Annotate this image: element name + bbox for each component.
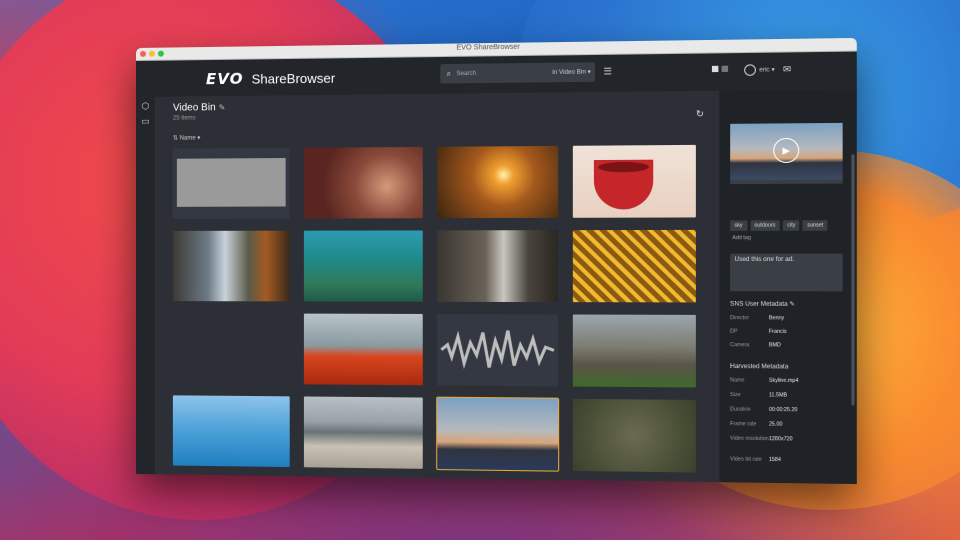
mail-icon[interactable]: ✉ — [783, 64, 791, 76]
waveform-icon-2 — [437, 314, 558, 386]
cube-icon[interactable]: ⬡ — [136, 101, 155, 112]
metadata-value: 25.00 — [769, 421, 783, 427]
user-menu[interactable]: eric ▾ — [744, 64, 775, 76]
search-icon: ⌕ — [447, 69, 452, 79]
tag-list: sky outdoors city sunset — [730, 220, 827, 231]
edit-pencil-icon[interactable]: ✎ — [219, 103, 226, 112]
metadata-row: Size 11.5MB — [730, 392, 842, 399]
metadata-row: Video bit rate 1584 — [730, 456, 842, 464]
metadata-value: 1280x720 — [769, 436, 793, 443]
drive-icon[interactable]: ▭ — [136, 116, 155, 127]
refresh-icon[interactable]: ↻ — [696, 109, 704, 120]
metadata-label: DP — [730, 329, 737, 335]
metadata-label: Camera — [730, 342, 749, 348]
metadata-row: Video resolution 1280x720 — [730, 436, 842, 444]
thumbnail-sunset-clouds[interactable] — [437, 146, 558, 218]
playback-progress-bar[interactable] — [730, 179, 842, 184]
search-input[interactable]: ⌕ Search in Video Bin ▾ — [440, 62, 595, 83]
metadata-row: Name Skyline.mp4 — [730, 377, 842, 384]
tag-chip[interactable]: city — [783, 220, 800, 230]
play-icon[interactable]: ▶ — [773, 138, 799, 163]
thumbnail-sailboat-sea[interactable] — [173, 395, 290, 467]
harvested-metadata-heading: Harvested Metadata — [730, 364, 788, 371]
thumbnail-man-face-closeup[interactable] — [304, 147, 423, 219]
thumbnail-waterfall-rocks[interactable] — [173, 231, 290, 302]
metadata-value: Benny — [769, 315, 784, 321]
comment-field[interactable]: Used this one for ad. — [730, 254, 842, 292]
thumbnail-underwater-reef[interactable] — [304, 230, 423, 301]
metadata-value: Francis — [769, 329, 787, 335]
search-placeholder: Search — [456, 69, 552, 76]
metadata-value: 1584 — [769, 457, 781, 463]
app-name: ShareBrowser — [252, 70, 336, 86]
bin-title-text: Video Bin — [173, 102, 216, 113]
details-panel: ▶ sky outdoors city sunset Add tag Used … — [719, 89, 856, 484]
view-toggle — [712, 66, 728, 72]
metadata-value: Skyline.mp4 — [769, 378, 798, 384]
tag-chip[interactable]: sky — [730, 220, 747, 230]
grid-view-icon[interactable] — [712, 66, 718, 72]
sort-label: Name ▾ — [180, 135, 201, 141]
list-view-icon[interactable] — [722, 66, 728, 72]
page-title: Video Bin ✎ — [173, 102, 225, 114]
app-window: EVO ShareBrowser EVO ShareBrowser ⌕ Sear… — [136, 38, 857, 484]
thumbnail-audio-waveform-gray[interactable] — [173, 148, 290, 219]
edit-metadata-icon[interactable]: ✎ — [789, 302, 794, 308]
metadata-value: 00:00:25.20 — [769, 407, 798, 414]
tag-chip[interactable]: sunset — [803, 220, 828, 231]
search-scope-dropdown[interactable]: in Video Bin ▾ — [552, 68, 591, 76]
metadata-label: Director — [730, 315, 749, 321]
thumbnail-hallway-stairs[interactable] — [437, 230, 558, 302]
metadata-row: Frame rate 25.00 — [730, 421, 842, 428]
left-sidebar: ⬡ ▭ — [136, 97, 155, 474]
video-preview[interactable]: ▶ — [730, 123, 842, 180]
add-tag-input[interactable]: Add tag — [732, 235, 751, 241]
thumbnail-red-coffee-cup[interactable] — [573, 145, 696, 218]
thumbnail-field-aerial[interactable] — [573, 399, 696, 473]
user-metadata-heading: SNS User Metadata ✎ — [730, 300, 795, 307]
brand: EVO ShareBrowser — [206, 69, 335, 89]
metadata-row: Director Benny — [730, 315, 842, 322]
main-content: Video Bin ✎ 25 items ⇅ Name ▾ ↻ — [155, 91, 720, 482]
thumbnail-beach-shore[interactable] — [304, 396, 423, 468]
thumbnail-red-walkway-tunnel[interactable] — [304, 314, 423, 386]
metadata-value: 11.5MB — [769, 392, 787, 398]
metadata-label: Size — [730, 392, 740, 398]
thumbnail-audio-waveform-dark[interactable] — [437, 314, 558, 386]
filter-icon[interactable]: ☰ — [603, 66, 612, 77]
metadata-label: Video resolution — [730, 436, 769, 443]
user-metadata-title: SNS User Metadata — [730, 302, 787, 308]
sort-dropdown[interactable]: ⇅ Name ▾ — [173, 134, 200, 141]
tag-chip[interactable]: outdoors — [750, 220, 780, 230]
thumbnail-grid — [173, 145, 696, 473]
metadata-row: Duration 00:00:25.20 — [730, 406, 842, 413]
item-count: 25 items — [173, 115, 196, 121]
metadata-label: Frame rate — [730, 421, 756, 428]
thumbnail-gold-building-lights[interactable] — [573, 230, 696, 303]
metadata-label: Duration — [730, 406, 750, 412]
avatar — [744, 64, 756, 76]
evo-logo: EVO — [206, 70, 244, 89]
metadata-label: Name — [730, 377, 744, 383]
metadata-value: BMD — [769, 342, 781, 348]
thumbnail-skyline-dusk[interactable] — [437, 398, 558, 471]
metadata-label: Video bit rate — [730, 456, 762, 463]
user-name: eric ▾ — [759, 66, 774, 73]
metadata-row: DP Francis — [730, 329, 842, 336]
metadata-row: Camera BMD — [730, 342, 842, 349]
waveform-icon — [173, 148, 290, 219]
thumbnail-stone-ruins[interactable] — [573, 314, 696, 387]
panel-scrollbar[interactable] — [851, 154, 854, 405]
thumbnail-escalator[interactable] — [173, 313, 290, 384]
